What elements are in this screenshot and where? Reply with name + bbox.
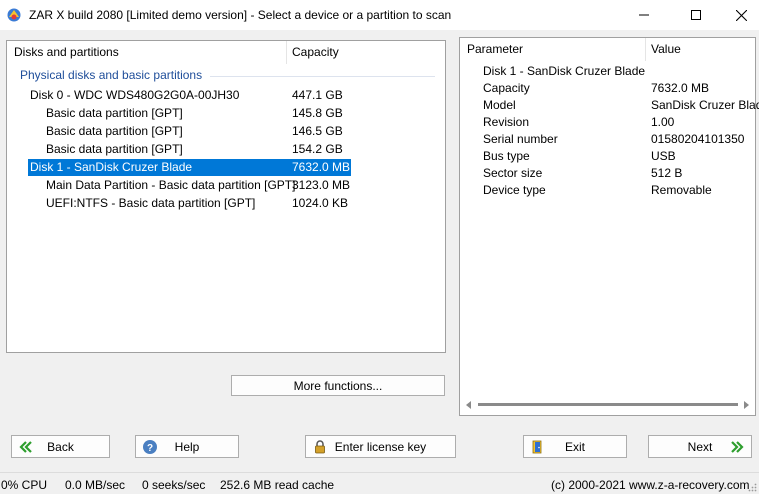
capacity-disk1: 7632.0 MB	[292, 160, 351, 174]
back-button[interactable]: Back	[11, 435, 110, 458]
seek-rate: 0 seeks/sec	[142, 478, 206, 492]
next-button[interactable]: Next	[648, 435, 752, 458]
group-divider	[210, 76, 435, 77]
help-button[interactable]: ? Help	[135, 435, 239, 458]
app-icon	[7, 8, 21, 22]
capacity-partition: 154.2 GB	[292, 142, 343, 156]
close-icon	[735, 9, 747, 21]
lock-icon	[315, 440, 325, 454]
cpu-usage: 0% CPU	[1, 478, 48, 492]
close-button[interactable]	[718, 0, 759, 30]
param-name: Model	[483, 98, 516, 112]
param-value: USB	[651, 149, 676, 163]
param-value: 1.00	[651, 115, 675, 129]
more-functions-button[interactable]: More functions...	[231, 375, 445, 396]
capacity-disk0: 447.1 GB	[292, 88, 343, 102]
capacity-partition: 145.8 GB	[292, 106, 343, 120]
param-value: 01580204101350	[651, 132, 745, 146]
device-parameters-panel[interactable]: Parameter Value Disk 1 - SanDisk Cruzer …	[459, 37, 759, 416]
param-name: Device type	[483, 183, 546, 197]
exit-door-icon	[532, 440, 542, 454]
list-item-partition[interactable]: UEFI:NTFS - Basic data partition [GPT]	[46, 195, 255, 212]
param-name: Sector size	[483, 166, 543, 180]
list-item-disk1-selected[interactable]: Disk 1 - SanDisk Cruzer Blade	[30, 159, 192, 176]
list-item-partition[interactable]: Basic data partition [GPT]	[46, 105, 183, 122]
title-bar: ZAR X build 2080 [Limited demo version] …	[0, 0, 759, 30]
param-name: Bus type	[483, 149, 530, 163]
group-header: Physical disks and basic partitions	[20, 68, 203, 82]
param-value: SanDisk Cruzer Blade	[651, 98, 759, 112]
next-arrow-icon	[731, 441, 744, 453]
back-arrow-icon	[19, 441, 32, 453]
horizontal-scrollbar[interactable]	[478, 403, 738, 406]
param-name: Capacity	[483, 81, 530, 95]
minimize-button[interactable]	[621, 0, 667, 30]
resize-grip-icon[interactable]	[747, 482, 757, 492]
list-item-partition[interactable]: Basic data partition [GPT]	[46, 141, 183, 158]
minimize-icon	[639, 14, 649, 16]
capacity-partition: 3123.0 MB	[292, 178, 351, 192]
param-name: Revision	[483, 115, 530, 129]
maximize-button[interactable]	[673, 0, 719, 30]
param-value: Removable	[651, 183, 712, 197]
svg-text:?: ?	[147, 443, 153, 454]
column-header-parameter[interactable]: Parameter	[460, 38, 523, 61]
copyright-text: (c) 2000-2021 www.z-a-recovery.com	[551, 478, 750, 492]
param-name: Serial number	[483, 132, 558, 146]
disks-partitions-list[interactable]: Disks and partitions Capacity Physical d…	[6, 40, 446, 353]
column-header-value[interactable]: Value	[644, 38, 681, 61]
list-item-disk0[interactable]: Disk 0 - WDC WDS480G2G0A-00JH30	[30, 87, 239, 104]
capacity-partition: 146.5 GB	[292, 124, 343, 138]
read-speed: 0.0 MB/sec	[65, 478, 126, 492]
window-title: ZAR X build 2080 [Limited demo version] …	[29, 8, 452, 22]
status-bar: 0% CPU 0.0 MB/sec 0 seeks/sec 252.6 MB r…	[0, 472, 759, 494]
help-icon: ?	[143, 440, 157, 454]
param-value: 7632.0 MB	[651, 81, 710, 95]
capacity-partition: 1024.0 KB	[292, 196, 349, 210]
exit-button[interactable]: Exit	[523, 435, 627, 458]
column-header-capacity[interactable]: Capacity	[285, 41, 339, 64]
scroll-left-arrow[interactable]	[466, 401, 471, 409]
scroll-right-arrow[interactable]	[744, 401, 749, 409]
device-name: Disk 1 - SanDisk Cruzer Blade	[483, 64, 646, 78]
column-header-disks[interactable]: Disks and partitions	[7, 41, 119, 64]
maximize-icon	[691, 10, 701, 20]
read-cache: 252.6 MB read cache	[220, 478, 335, 492]
list-item-partition[interactable]: Main Data Partition - Basic data partiti…	[46, 177, 295, 194]
enter-license-key-button[interactable]: Enter license key	[305, 435, 456, 458]
list-item-partition[interactable]: Basic data partition [GPT]	[46, 123, 183, 140]
param-value: 512 B	[651, 166, 683, 180]
